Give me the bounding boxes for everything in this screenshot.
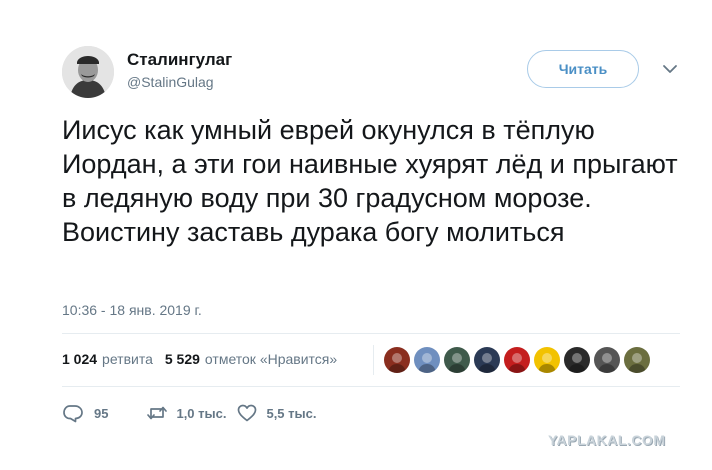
author-handle[interactable]: @StalinGulag xyxy=(127,74,214,90)
liker-avatar[interactable] xyxy=(624,347,650,373)
tweet-stats: 1 024 ретвита 5 529 отметок «Нравится» xyxy=(62,351,349,367)
follow-button[interactable]: Читать xyxy=(527,50,639,88)
liker-avatar[interactable] xyxy=(474,347,500,373)
reply-count: 95 xyxy=(94,405,109,421)
liker-avatar[interactable] xyxy=(414,347,440,373)
retweet-button[interactable]: 1,0 тыс. xyxy=(146,403,226,423)
divider xyxy=(62,333,680,334)
author-name[interactable]: Сталингулаг xyxy=(127,50,232,70)
liker-avatar[interactable] xyxy=(534,347,560,373)
watermark-logo: YAPLAKAL.COM xyxy=(548,432,666,448)
liker-avatar[interactable] xyxy=(444,347,470,373)
liker-avatar[interactable] xyxy=(384,347,410,373)
tweet-actions: 95 1,0 тыс. 5,5 тыс. xyxy=(62,403,316,423)
likes-count: 5 529 xyxy=(164,351,200,367)
tweet-text: Иисус как умный еврей окунулся в тёплую … xyxy=(62,115,678,247)
like-button[interactable]: 5,5 тыс. xyxy=(236,403,316,423)
author-avatar[interactable] xyxy=(62,46,114,98)
retweets-count: 1 024 xyxy=(62,351,98,367)
chevron-down-icon[interactable] xyxy=(661,62,679,76)
retweet-icon xyxy=(146,403,168,423)
heart-icon xyxy=(236,403,258,423)
liker-avatars xyxy=(384,347,650,373)
liker-avatar[interactable] xyxy=(594,347,620,373)
like-count: 5,5 тыс. xyxy=(266,405,317,421)
liker-avatar[interactable] xyxy=(504,347,530,373)
retweets-label: ретвита xyxy=(102,351,153,367)
liker-avatar[interactable] xyxy=(564,347,590,373)
reply-icon xyxy=(62,403,84,423)
likes-stat[interactable]: 5 529 отметок «Нравится» xyxy=(165,351,337,367)
divider xyxy=(62,386,680,387)
likes-label: отметок «Нравится» xyxy=(204,351,338,367)
reply-button[interactable]: 95 xyxy=(62,403,108,423)
retweet-count: 1,0 тыс. xyxy=(176,405,227,421)
tweet-timestamp[interactable]: 10:36 - 18 янв. 2019 г. xyxy=(62,302,202,318)
portrait-image xyxy=(62,46,114,98)
retweets-stat[interactable]: 1 024 ретвита xyxy=(62,351,153,367)
stats-separator xyxy=(373,345,374,375)
